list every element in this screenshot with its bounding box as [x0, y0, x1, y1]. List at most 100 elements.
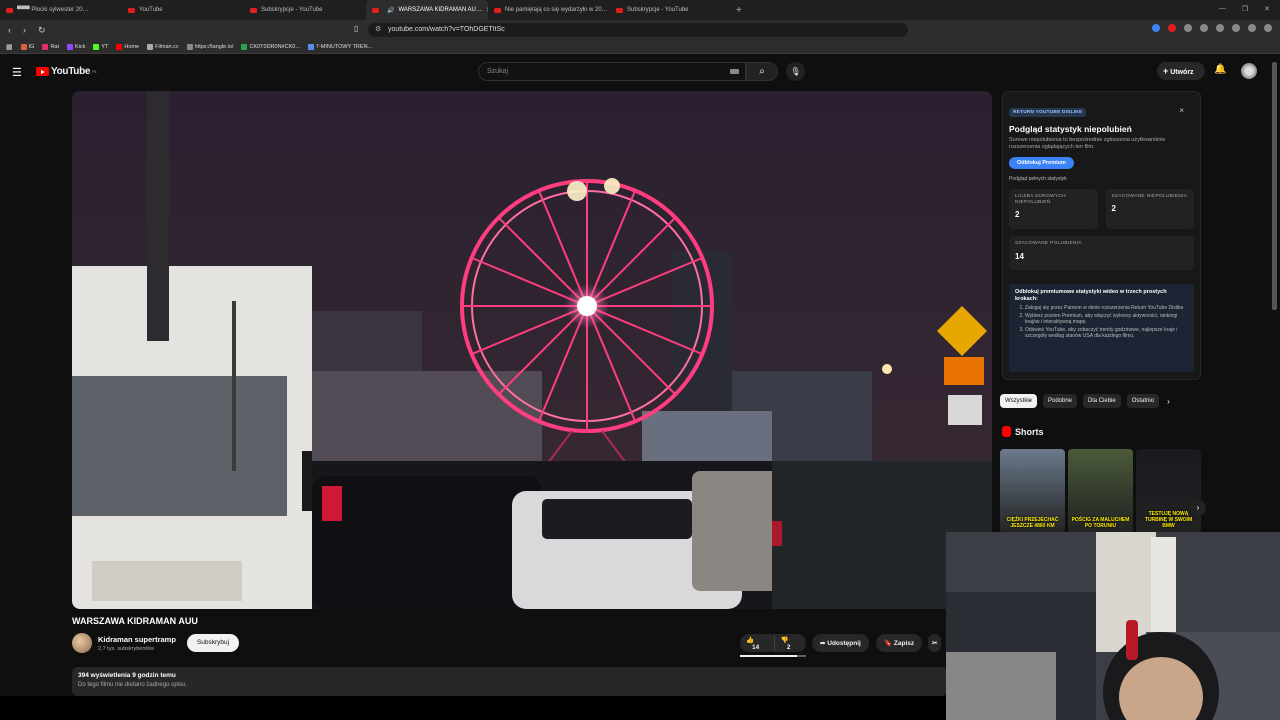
youtube-play-icon [36, 67, 49, 76]
channel-name[interactable]: Kidraman supertramp [98, 635, 176, 644]
page-scrollbar[interactable] [1272, 62, 1277, 310]
shorts-icon [1002, 426, 1011, 437]
short-thumbnail[interactable]: CIĘŻKI PRZEJECHAĆ JESZCZE 4860 KM [1000, 449, 1065, 533]
youtube-favicon-icon [128, 7, 135, 13]
channel-avatar[interactable] [72, 633, 92, 653]
like-dislike-group: 👍 14 👎 2 [740, 634, 806, 652]
bookmark-favicon-icon [307, 43, 314, 50]
url-field[interactable]: ⚙ youtube.com/watch?v=TOhDGETItSc [368, 23, 908, 37]
preview-stats-link[interactable]: Podgląd pełnych statystyk [1009, 176, 1194, 182]
filter-chip[interactable]: Dla Ciebie [1083, 394, 1121, 408]
bookmark-item[interactable]: Rat [42, 43, 59, 50]
bookmark-label: Kick [75, 43, 86, 50]
extension-icon[interactable] [1248, 24, 1256, 32]
browser-tab[interactable]: Nie pamiętają co się wydarzyło w 20… [488, 0, 610, 20]
save-button[interactable]: 🔖 Zapisz [876, 634, 923, 652]
short-thumbnail[interactable]: TESTUJĘ NOWĄ TURBINĘ W SWOIM BMW [1136, 449, 1201, 533]
filter-chip[interactable]: Wszystkie [1000, 394, 1037, 408]
browser-tab[interactable]: ▀▀▀ Płocki sylwester 20… [0, 0, 122, 20]
close-icon[interactable]: × [1179, 106, 1184, 115]
youtube-logo[interactable]: YouTube PL [36, 66, 97, 77]
country-code: PL [92, 69, 97, 74]
bookmark-icon[interactable]: ▯ [354, 24, 358, 33]
extension-icon[interactable] [1184, 24, 1192, 32]
browser-tab[interactable]: 🔊WARSZAWA KIDRAMAN AU…✕ [366, 0, 488, 20]
notifications-icon[interactable]: 🔔 [1214, 64, 1226, 75]
new-tab-button[interactable]: + [736, 5, 742, 16]
filter-chip[interactable]: Podobne [1043, 394, 1078, 408]
audio-playing-icon[interactable]: 🔊 [387, 7, 394, 14]
youtube-logo-text: YouTube [51, 66, 91, 77]
extension-icon[interactable] [1216, 24, 1224, 32]
short-thumbnail[interactable]: POŚCIG ZA MALUCHEM PO TORUNIU [1068, 449, 1133, 533]
minimize-icon[interactable]: — [1219, 5, 1226, 13]
site-info-icon[interactable]: ⚙ [375, 25, 381, 33]
create-button[interactable]: + Utwórz [1157, 62, 1205, 80]
promo-steps: Zaloguj się przez Patreon w oknie rozsze… [1015, 305, 1188, 339]
bookmark-item[interactable]: IG [20, 43, 34, 50]
bookmark-favicon-icon [20, 43, 27, 50]
browser-tab[interactable]: Subskrypcje - YouTube [610, 0, 732, 20]
estimated-dislikes-label: SZACOWANE NIEPOLUBIENIA [1111, 194, 1188, 199]
bookmark-favicon-icon [241, 43, 248, 50]
restore-icon[interactable]: ❐ [1242, 5, 1248, 13]
unlock-premium-button[interactable]: Odblokuj Premium [1009, 157, 1074, 169]
dislike-count: 2 [786, 643, 791, 651]
keyboard-icon[interactable] [730, 69, 739, 74]
close-window-icon[interactable]: ✕ [1264, 5, 1270, 13]
search-placeholder: Szukaj [487, 68, 509, 75]
estimated-dislikes-value: 2 [1111, 204, 1116, 213]
voice-search-button[interactable]: 🎙 [786, 62, 805, 81]
menu-icon[interactable]: ☰ [12, 66, 22, 79]
search-button[interactable]: ⌕ [746, 62, 778, 81]
bookmark-item[interactable]: CK0T0DR0N#CK0... [241, 43, 300, 50]
scissors-icon: ✂ [932, 640, 938, 647]
like-button[interactable]: 👍 14 [740, 636, 774, 651]
bookmark-item[interactable]: Home [116, 43, 139, 50]
account-avatar[interactable] [1241, 63, 1257, 79]
subscriber-count: 2,7 tys. subskrybentów [98, 646, 154, 652]
subscribe-button[interactable]: Subskrybuj [187, 634, 239, 652]
extension-icon[interactable] [1168, 24, 1176, 32]
bookmark-item[interactable]: 7-MINUTOWY TREN... [307, 43, 372, 50]
bookmark-favicon-icon [147, 43, 154, 50]
search-input[interactable]: Szukaj [478, 62, 746, 81]
ryd-panel: RETURN YOUTUBE DISLIKE × Podgląd statyst… [1002, 91, 1201, 380]
estimated-dislikes-card: SZACOWANE NIEPOLUBIENIA 2 [1105, 189, 1194, 229]
description-box[interactable]: 394 wyświetlenia 9 godzin temu Do tego f… [72, 667, 947, 696]
chevron-right-icon[interactable]: › [1167, 397, 1170, 406]
extension-icon[interactable] [1264, 24, 1272, 32]
tab-label: Subskrypcje - YouTube [261, 7, 323, 13]
share-button[interactable]: ➦ Udostępnij [812, 634, 869, 652]
bookmark-item[interactable]: https://tangle.io/ [186, 43, 233, 50]
extension-icon[interactable] [1152, 24, 1160, 32]
tab-label: YouTube [139, 7, 163, 13]
browser-tab[interactable]: Subskrypcje - YouTube [244, 0, 366, 20]
raw-dislikes-label: LICZBA SUROWYCH NIEPOLUBIEŃ [1015, 194, 1066, 205]
bookmark-item[interactable]: Kick [67, 43, 86, 50]
promo-heading: Odblokuj premiumowe statystyki wideo w t… [1015, 289, 1167, 302]
dislike-button[interactable]: 👎 2 [773, 635, 806, 651]
clip-button[interactable]: ✂ [928, 634, 942, 652]
estimated-likes-value: 14 [1015, 252, 1024, 261]
raw-dislikes-card: LICZBA SUROWYCH NIEPOLUBIEŃ 2 [1009, 189, 1098, 229]
tab-label: ▀▀▀ Płocki sylwester 20… [17, 7, 89, 13]
bookmark-item[interactable]: Filman.cc [147, 43, 179, 50]
extension-icon[interactable] [1232, 24, 1240, 32]
like-ratio-fill [740, 655, 798, 657]
bookmark-item[interactable]: YT [93, 43, 108, 50]
filter-chip[interactable]: Ostatnio [1126, 394, 1160, 408]
extension-icon[interactable] [1200, 24, 1208, 32]
estimated-likes-card: SZACOWANE POLUBIENIA 14 [1009, 236, 1194, 270]
shorts-next-button[interactable]: › [1190, 500, 1206, 516]
back-icon[interactable]: ‹ [8, 25, 11, 36]
forward-icon[interactable]: › [23, 25, 26, 36]
apps-icon[interactable]: ▦ [6, 43, 13, 51]
video-player[interactable] [72, 91, 992, 609]
reload-icon[interactable]: ↻ [38, 25, 46, 36]
like-count: 14 [752, 643, 760, 651]
bookmark-favicon-icon [116, 43, 123, 50]
browser-tab-bar: ▀▀▀ Płocki sylwester 20… YouTube Subskrypc… [0, 0, 1280, 20]
microphone-icon: 🎙 [790, 67, 801, 76]
browser-tab[interactable]: YouTube [122, 0, 244, 20]
